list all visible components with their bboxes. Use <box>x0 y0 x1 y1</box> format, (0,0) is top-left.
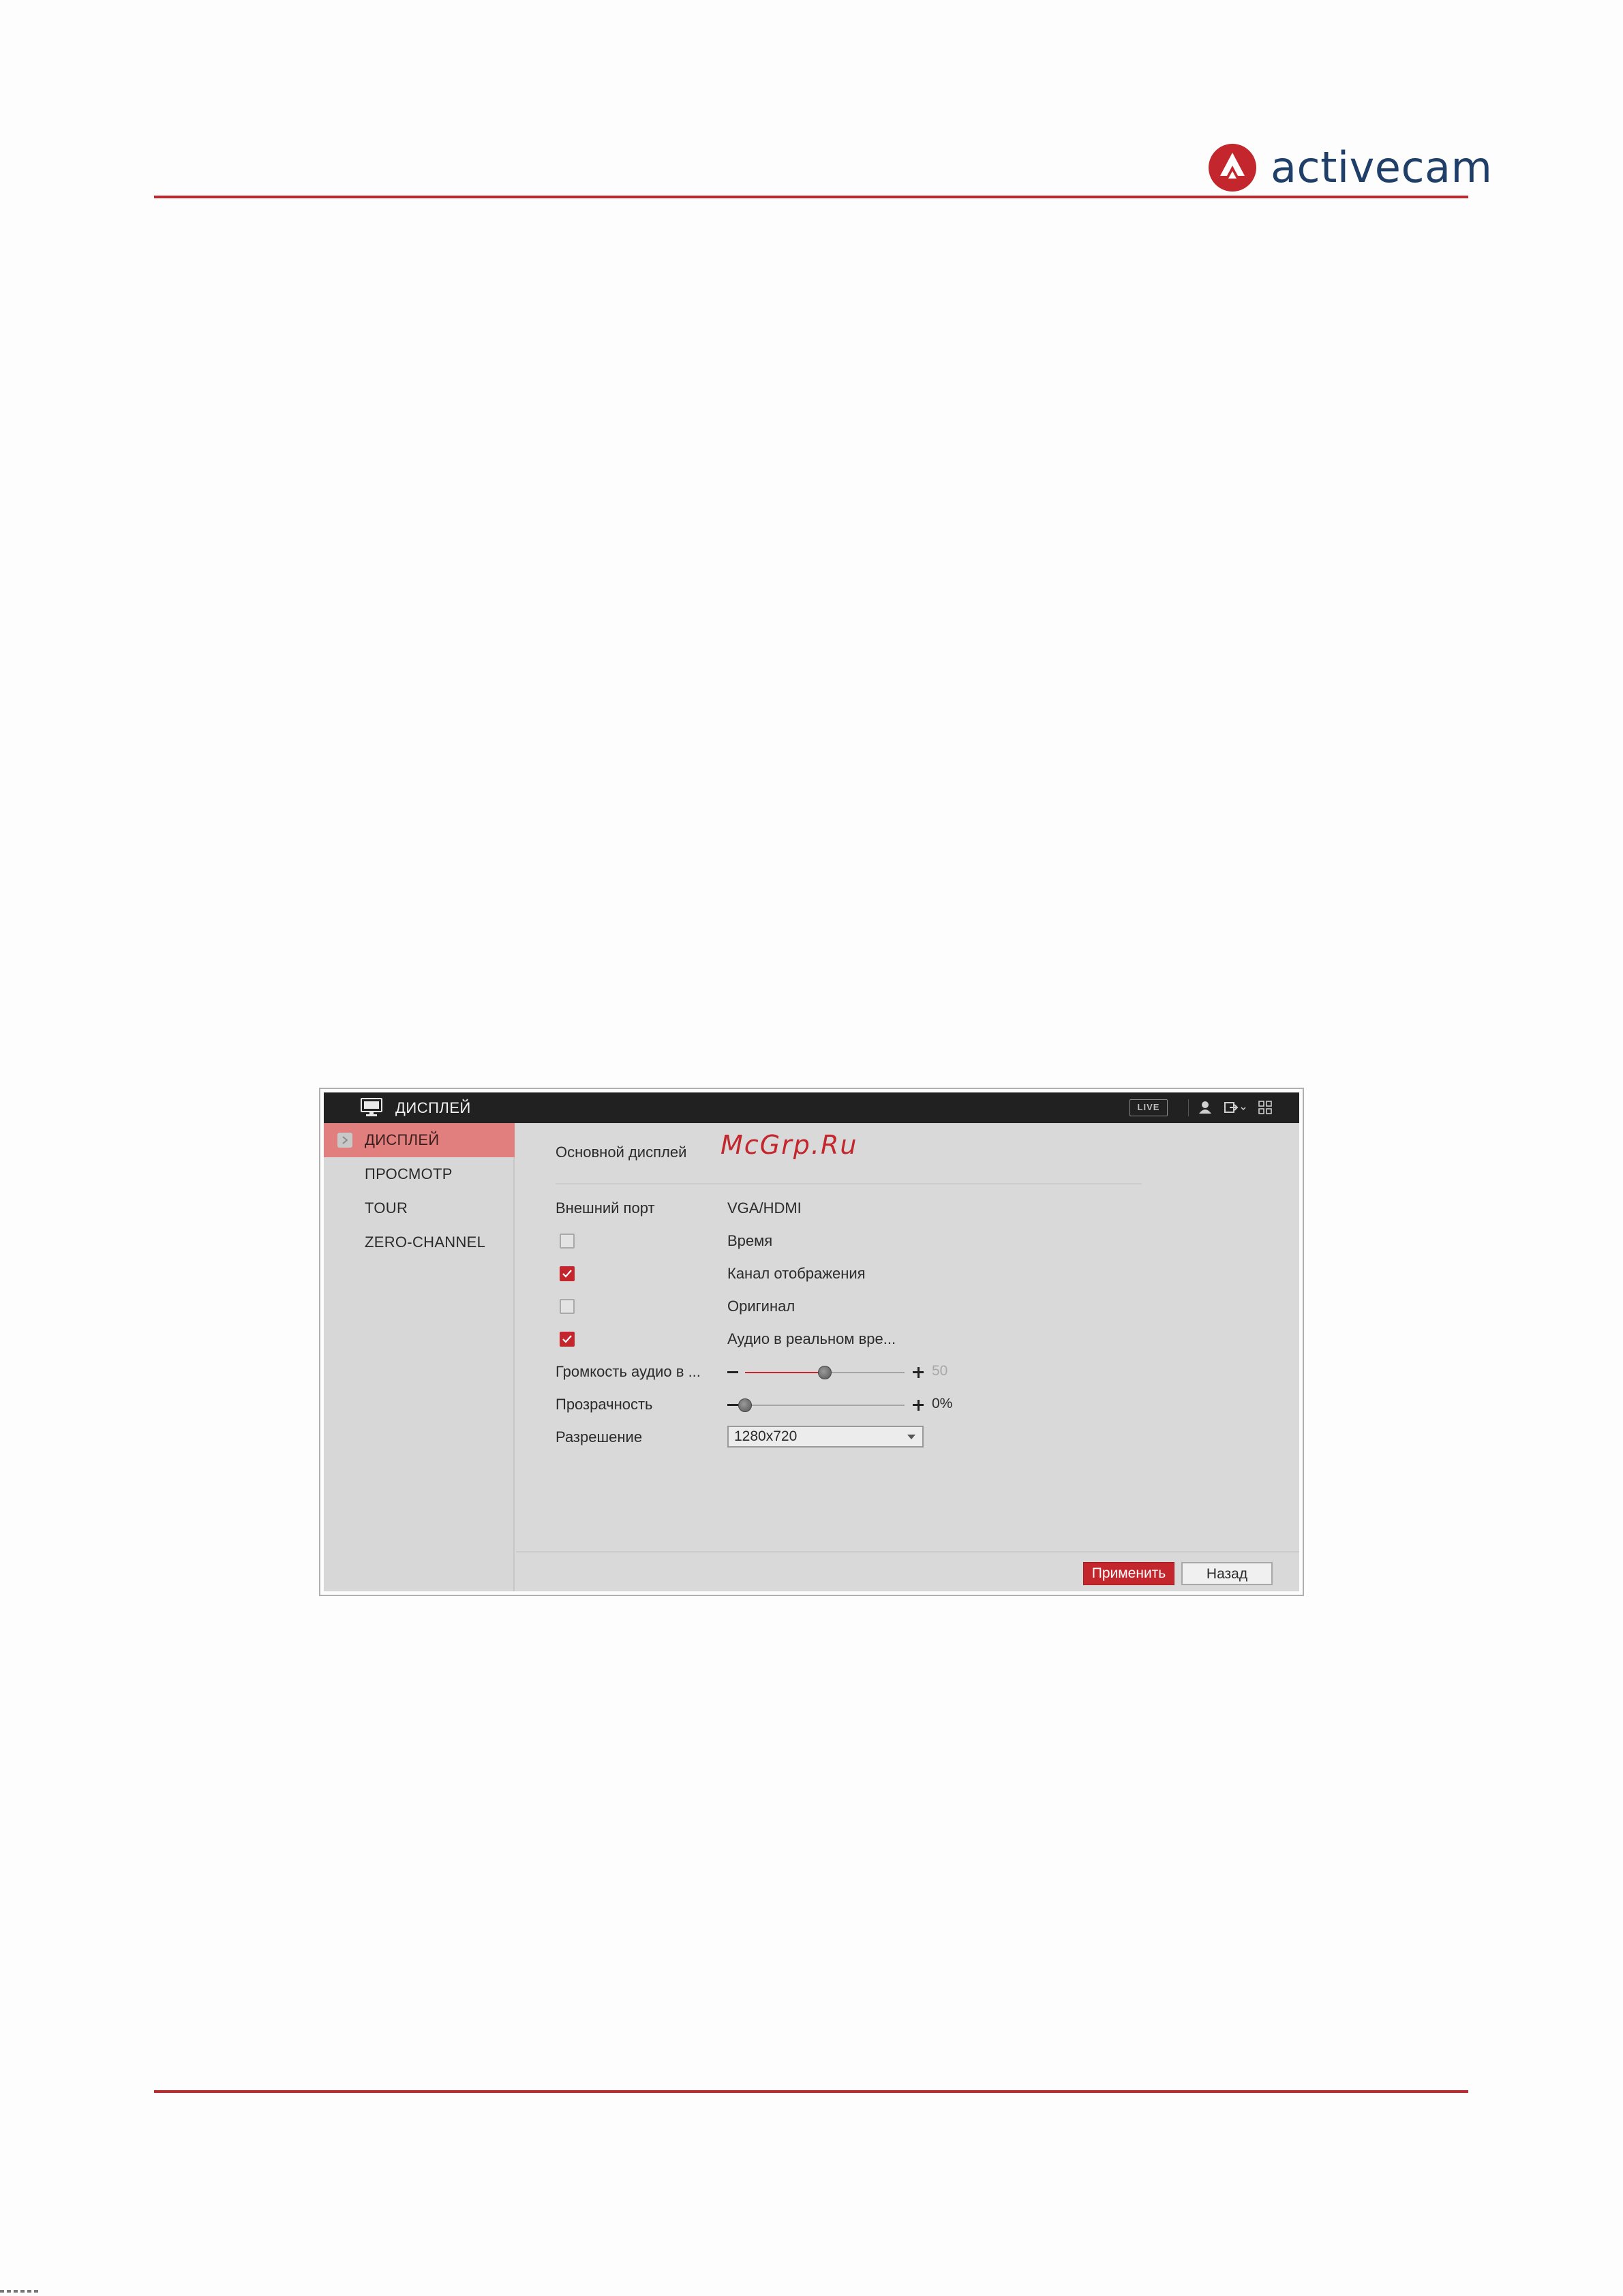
activecam-logo-icon <box>1209 144 1256 192</box>
checkmark-icon <box>562 1335 572 1343</box>
grid-menu-icon[interactable] <box>1258 1100 1273 1115</box>
volume-decrease-button[interactable] <box>727 1371 738 1373</box>
transparency-track[interactable] <box>738 1398 905 1412</box>
back-button[interactable]: Назад <box>1181 1562 1273 1585</box>
transparency-label: Прозрачность <box>556 1396 653 1413</box>
output-port-label: Внешний порт <box>556 1199 655 1216</box>
dropdown-arrow-icon <box>907 1435 915 1439</box>
sidebar-item-tour[interactable]: TOUR <box>324 1191 515 1225</box>
sidebar-item-label: ДИСПЛЕЙ <box>365 1131 440 1148</box>
channel-display-checkbox[interactable] <box>560 1266 575 1281</box>
user-icon[interactable] <box>1198 1100 1213 1115</box>
transparency-increase-button-stem[interactable] <box>917 1400 920 1411</box>
footer-rule <box>154 2090 1468 2093</box>
volume-label: Громкость аудио в ... <box>556 1363 701 1380</box>
time-label: Время <box>727 1232 773 1249</box>
transparency-value: 0% <box>932 1396 953 1411</box>
settings-content: Основной дисплей McGrp.Ru Внешний порт V… <box>516 1123 1299 1591</box>
page-corner-mark <box>0 2290 41 2293</box>
brand-logo: activecam <box>1208 140 1492 195</box>
chevron-right-icon <box>337 1133 352 1148</box>
watermark: McGrp.Ru <box>721 1130 858 1160</box>
logout-icon[interactable] <box>1224 1100 1248 1115</box>
sidebar-item-label: ПРОСМОТР <box>365 1165 453 1182</box>
volume-value: 50 <box>932 1363 948 1379</box>
apply-button[interactable]: Применить <box>1083 1562 1174 1585</box>
sidebar-item-zero-channel[interactable]: ZERO-CHANNEL <box>324 1225 515 1259</box>
screenshot-frame: ДИСПЛЕЙ LIVE ДИСПЛЕЙ ПРОСМОТР TOUR ZERO-… <box>319 1088 1304 1596</box>
checkmark-icon <box>562 1270 572 1278</box>
section-divider <box>556 1183 1142 1184</box>
monitor-icon <box>361 1098 382 1116</box>
output-port-value: VGA/HDMI <box>727 1199 802 1216</box>
transparency-decrease-button[interactable] <box>727 1404 738 1406</box>
titlebar-separator <box>1188 1099 1189 1116</box>
original-checkbox[interactable] <box>560 1299 575 1314</box>
channel-display-label: Канал отображения <box>727 1265 866 1282</box>
resolution-selected-value: 1280x720 <box>734 1428 798 1444</box>
window-title: ДИСПЛЕЙ <box>395 1099 471 1116</box>
volume-knob[interactable] <box>818 1366 832 1379</box>
volume-track[interactable] <box>745 1366 905 1379</box>
display-settings-window: ДИСПЛЕЙ LIVE ДИСПЛЕЙ ПРОСМОТР TOUR ZERO-… <box>324 1092 1299 1591</box>
live-audio-checkbox[interactable] <box>560 1332 575 1347</box>
transparency-slider[interactable]: 0% <box>727 1396 954 1413</box>
volume-increase-button-stem[interactable] <box>917 1367 920 1378</box>
resolution-select[interactable]: 1280x720 <box>727 1426 924 1448</box>
section-title: Основной дисплей <box>556 1144 687 1161</box>
resolution-label: Разрешение <box>556 1428 643 1445</box>
volume-slider[interactable]: 50 <box>727 1363 954 1381</box>
sidebar-item-display[interactable]: ДИСПЛЕЙ <box>324 1123 515 1157</box>
live-audio-label: Аудио в реальном вре... <box>727 1330 896 1347</box>
sidebar-item-label: ZERO-CHANNEL <box>365 1234 486 1251</box>
time-checkbox[interactable] <box>560 1234 575 1249</box>
volume-fill <box>745 1372 825 1373</box>
footer-divider <box>516 1551 1299 1552</box>
settings-sidebar: ДИСПЛЕЙ ПРОСМОТР TOUR ZERO-CHANNEL <box>324 1123 515 1591</box>
sidebar-item-label: TOUR <box>365 1199 408 1216</box>
brand-name: activecam <box>1271 142 1493 192</box>
header-rule <box>154 196 1468 198</box>
original-label: Оригинал <box>727 1298 795 1315</box>
title-bar: ДИСПЛЕЙ LIVE <box>324 1092 1299 1123</box>
sidebar-item-view[interactable]: ПРОСМОТР <box>324 1157 515 1191</box>
live-button[interactable]: LIVE <box>1129 1099 1168 1116</box>
transparency-knob[interactable] <box>738 1398 752 1412</box>
